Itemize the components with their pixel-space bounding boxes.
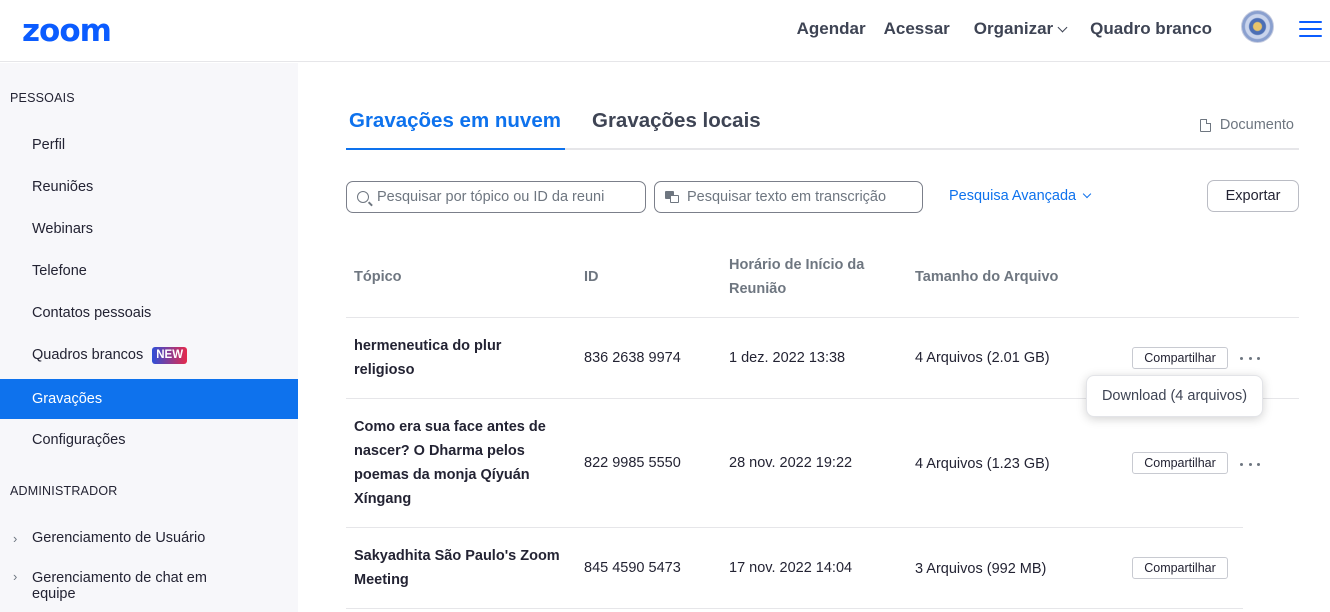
download-menu-item[interactable]: Download (4 arquivos): [1102, 388, 1247, 404]
document-link[interactable]: Documento: [1199, 117, 1294, 133]
sidebar-item-profile[interactable]: Perfil: [0, 125, 298, 165]
file-size-link[interactable]: 3 Arquivos (992 MB): [915, 557, 1046, 581]
export-button[interactable]: Exportar: [1207, 180, 1299, 212]
sidebar-item-label: Telefone: [32, 263, 87, 279]
column-header-start-time: Horário de Início da Reunião: [729, 257, 865, 297]
recording-tabs: Gravações em nuvem Gravações locais Docu…: [346, 96, 1299, 150]
topic-search-field[interactable]: [346, 181, 646, 213]
column-header-topic: Tópico: [354, 269, 402, 285]
document-link-label: Documento: [1219, 117, 1294, 133]
nav-host-label: Organizar: [973, 19, 1054, 38]
sidebar-item-recordings[interactable]: Gravações: [0, 379, 298, 419]
document-icon: [1199, 118, 1211, 132]
chevron-right-icon: ›: [13, 569, 18, 584]
chevron-down-icon: [1082, 189, 1092, 199]
column-header-file-size: Tamanho do Arquivo: [915, 269, 1059, 285]
advanced-search-toggle[interactable]: Pesquisa Avançada: [949, 188, 1092, 204]
topic-search-input[interactable]: [377, 189, 645, 205]
tab-local-recordings[interactable]: Gravações locais: [592, 109, 761, 133]
sidebar-item-label: Contatos pessoais: [32, 305, 152, 321]
nav-schedule[interactable]: Agendar: [797, 19, 866, 39]
new-badge: NEW: [152, 346, 188, 364]
nav-host[interactable]: Organizar: [973, 19, 1068, 39]
meeting-id: 845 4590 5473: [584, 560, 681, 576]
sidebar-section-admin: ADMINISTRADOR: [10, 484, 118, 498]
sidebar-item-webinars[interactable]: Webinars: [0, 209, 298, 249]
meeting-id: 822 9985 5550: [584, 455, 681, 471]
start-time: 28 nov. 2022 19:22: [729, 455, 853, 471]
transcript-search-input[interactable]: [687, 189, 922, 205]
share-button[interactable]: Compartilhar: [1132, 557, 1228, 579]
menu-icon[interactable]: [1299, 21, 1322, 37]
row-divider: [346, 527, 1243, 528]
more-options-icon[interactable]: [1240, 353, 1260, 363]
nav-join[interactable]: Acessar: [884, 19, 950, 39]
sidebar-item-meetings[interactable]: Reuniões: [0, 167, 298, 207]
more-options-icon[interactable]: [1240, 459, 1260, 469]
sidebar-item-label: Webinars: [32, 221, 93, 237]
advanced-search-label: Pesquisa Avançada: [949, 188, 1077, 204]
file-size-link[interactable]: 4 Arquivos (1.23 GB): [915, 452, 1050, 476]
sidebar-item-phone[interactable]: Telefone: [0, 251, 298, 291]
chevron-right-icon: ›: [13, 530, 18, 546]
meeting-id: 836 2638 9974: [584, 350, 681, 366]
sidebar-item-settings[interactable]: Configurações: [0, 420, 298, 460]
start-time: 17 nov. 2022 14:04: [729, 560, 853, 576]
sidebar-item-label: Reuniões: [32, 179, 94, 195]
recording-topic-link[interactable]: Como era sua face antes de nascer? O Dha…: [354, 415, 569, 511]
recording-topic-link[interactable]: hermeneutica do plur religioso: [354, 334, 534, 382]
sidebar-item-label: Perfil: [32, 137, 66, 153]
row-divider: [346, 608, 1243, 609]
file-size-link[interactable]: 4 Arquivos (2.01 GB): [915, 346, 1050, 370]
search-icon: [357, 191, 369, 203]
recording-topic-link[interactable]: Sakyadhita São Paulo's Zoom Meeting: [354, 544, 569, 592]
sidebar-item-user-management[interactable]: › Gerenciamento de Usuário: [0, 518, 298, 558]
top-header: zoom Agendar Acessar Organizar Quadro br…: [0, 0, 1330, 62]
sidebar-item-label: Gravações: [32, 391, 103, 407]
sidebar-item-whiteboards[interactable]: Quadros brancos NEW: [0, 335, 298, 375]
share-button[interactable]: Compartilhar: [1132, 452, 1228, 474]
transcript-icon: [665, 191, 679, 203]
sidebar-item-label: Gerenciamento de chat em equipe: [32, 570, 207, 602]
sidebar-item-label: Gerenciamento de Usuário: [32, 530, 206, 546]
avatar[interactable]: [1241, 10, 1274, 43]
sidebar: PESSOAIS Perfil Reuniões Webinars Telefo…: [0, 63, 298, 612]
sidebar-item-contacts[interactable]: Contatos pessoais: [0, 293, 298, 333]
active-tab-indicator: [346, 148, 565, 150]
sidebar-item-team-chat[interactable]: › Gerenciamento de chat em equipe: [0, 569, 298, 608]
tab-cloud-recordings[interactable]: Gravações em nuvem: [349, 109, 561, 133]
sidebar-item-label: Configurações: [32, 432, 126, 448]
sidebar-item-label: Quadros brancos: [32, 347, 144, 363]
more-options-menu: Download (4 arquivos): [1086, 375, 1263, 417]
row-divider: [346, 317, 1299, 318]
top-nav: Agendar Acessar Organizar Quadro branco: [779, 19, 1212, 39]
column-header-id: ID: [584, 269, 599, 285]
chevron-down-icon: [1057, 22, 1068, 32]
zoom-logo[interactable]: zoom: [22, 13, 112, 49]
start-time: 1 dez. 2022 13:38: [729, 350, 846, 366]
sidebar-section-personal: PESSOAIS: [10, 91, 75, 105]
transcript-search-field[interactable]: [654, 181, 923, 213]
nav-whiteboard[interactable]: Quadro branco: [1090, 19, 1212, 39]
share-button[interactable]: Compartilhar: [1132, 347, 1228, 369]
